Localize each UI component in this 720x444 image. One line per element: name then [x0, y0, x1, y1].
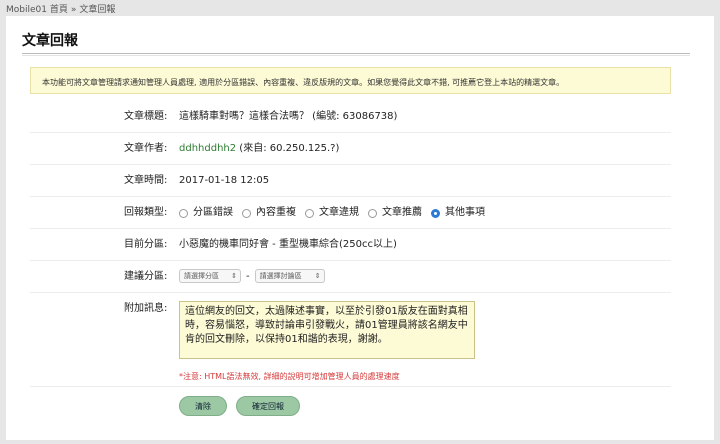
- message-textarea[interactable]: 這位網友的回文，太過陳述事實，以至於引發01版友在面對真相時，容易惱怒，導致討論…: [179, 301, 475, 359]
- suggest-section-label: 建議分區:: [124, 271, 168, 282]
- radio-other[interactable]: 其他事項: [431, 198, 485, 228]
- radio-circle-icon: [368, 208, 377, 218]
- radio-label: 內容重複: [256, 207, 296, 218]
- message-hint: *注意: HTML語法無效, 詳細的說明可增加管理人員的處理速度: [179, 372, 400, 381]
- time-label: 文章時間:: [124, 175, 168, 186]
- message-label: 附加訊息:: [124, 303, 168, 314]
- suggest-section-selects: 請選擇分區 ⇕ - 請選擇討論區 ⇕: [179, 262, 325, 292]
- radio-label: 文章違規: [319, 207, 359, 218]
- radio-selected-icon: [431, 208, 440, 218]
- radio-duplicate[interactable]: 內容重複: [242, 198, 296, 228]
- message-row: 附加訊息: 這位網友的回文，太過陳述事實，以至於引發01版友在面對真相時，容易惱…: [30, 294, 671, 387]
- updown-arrow-icon: ⇕: [231, 272, 237, 280]
- current-section-label: 目前分區:: [124, 239, 168, 250]
- notice-box: 本功能可將文章管理請求通知管理人員處理, 適用於分區錯誤、內容重複、違反版規的文…: [30, 67, 671, 94]
- radio-section-error[interactable]: 分區錯誤: [179, 198, 233, 228]
- forum-select[interactable]: 請選擇討論區 ⇕: [254, 269, 325, 283]
- radio-label: 文章推薦: [382, 207, 422, 218]
- forum-select-value: 請選擇討論區: [259, 272, 302, 280]
- author-source: (來自: 60.250.125.?): [236, 143, 340, 154]
- title-divider: [22, 53, 690, 56]
- report-type-row: 回報類型: 分區錯誤 內容重複 文章違規 文章推薦 其他事項: [30, 198, 671, 229]
- current-section-row: 目前分區: 小惡魔的機車同好會 - 重型機車綜合(250cc以上): [30, 230, 671, 261]
- radio-circle-icon: [179, 208, 188, 218]
- author-label: 文章作者:: [124, 143, 168, 154]
- radio-violation[interactable]: 文章違規: [305, 198, 359, 228]
- article-title-row: 文章標題: 這樣騎車對嗎？這樣合法嗎？ (編號: 63086738): [30, 102, 671, 133]
- page-title: 文章回報: [22, 33, 78, 49]
- author-name-link[interactable]: ddhhddhh2: [179, 143, 236, 154]
- report-panel: 文章回報 本功能可將文章管理請求通知管理人員處理, 適用於分區錯誤、內容重複、違…: [6, 16, 714, 440]
- breadcrumb: Mobile01 首頁» 文章回報: [6, 2, 115, 15]
- time-row: 文章時間: 2017-01-18 12:05: [30, 166, 671, 197]
- article-title-label: 文章標題:: [124, 111, 168, 122]
- radio-recommend[interactable]: 文章推薦: [368, 198, 422, 228]
- section-select-value: 請選擇分區: [184, 272, 219, 280]
- radio-circle-icon: [305, 208, 314, 218]
- breadcrumb-home-link[interactable]: Mobile01 首頁: [6, 5, 68, 15]
- clear-button[interactable]: 清除: [179, 396, 227, 416]
- report-type-radio-group: 分區錯誤 內容重複 文章違規 文章推薦 其他事項: [179, 198, 494, 228]
- current-section-value: 小惡魔的機車同好會 - 重型機車綜合(250cc以上): [179, 239, 397, 250]
- time-value: 2017-01-18 12:05: [179, 175, 270, 186]
- select-separator: -: [246, 271, 250, 282]
- radio-label: 其他事項: [445, 207, 485, 218]
- section-select[interactable]: 請選擇分區 ⇕: [179, 269, 241, 283]
- submit-report-button[interactable]: 確定回報: [236, 396, 300, 416]
- radio-circle-icon: [242, 208, 251, 218]
- article-title-value: 這樣騎車對嗎？這樣合法嗎？ (編號: 63086738): [179, 111, 398, 122]
- breadcrumb-separator: »: [70, 5, 77, 15]
- updown-arrow-icon: ⇕: [314, 272, 321, 280]
- breadcrumb-current: 文章回報: [79, 5, 116, 15]
- suggest-section-row: 建議分區: 請選擇分區 ⇕ - 請選擇討論區 ⇕: [30, 262, 671, 293]
- author-row: 文章作者: ddhhddhh2 (來自: 60.250.125.?): [30, 134, 671, 165]
- author-value: ddhhddhh2 (來自: 60.250.125.?): [179, 134, 339, 164]
- report-type-label: 回報類型:: [124, 207, 168, 218]
- radio-label: 分區錯誤: [193, 207, 233, 218]
